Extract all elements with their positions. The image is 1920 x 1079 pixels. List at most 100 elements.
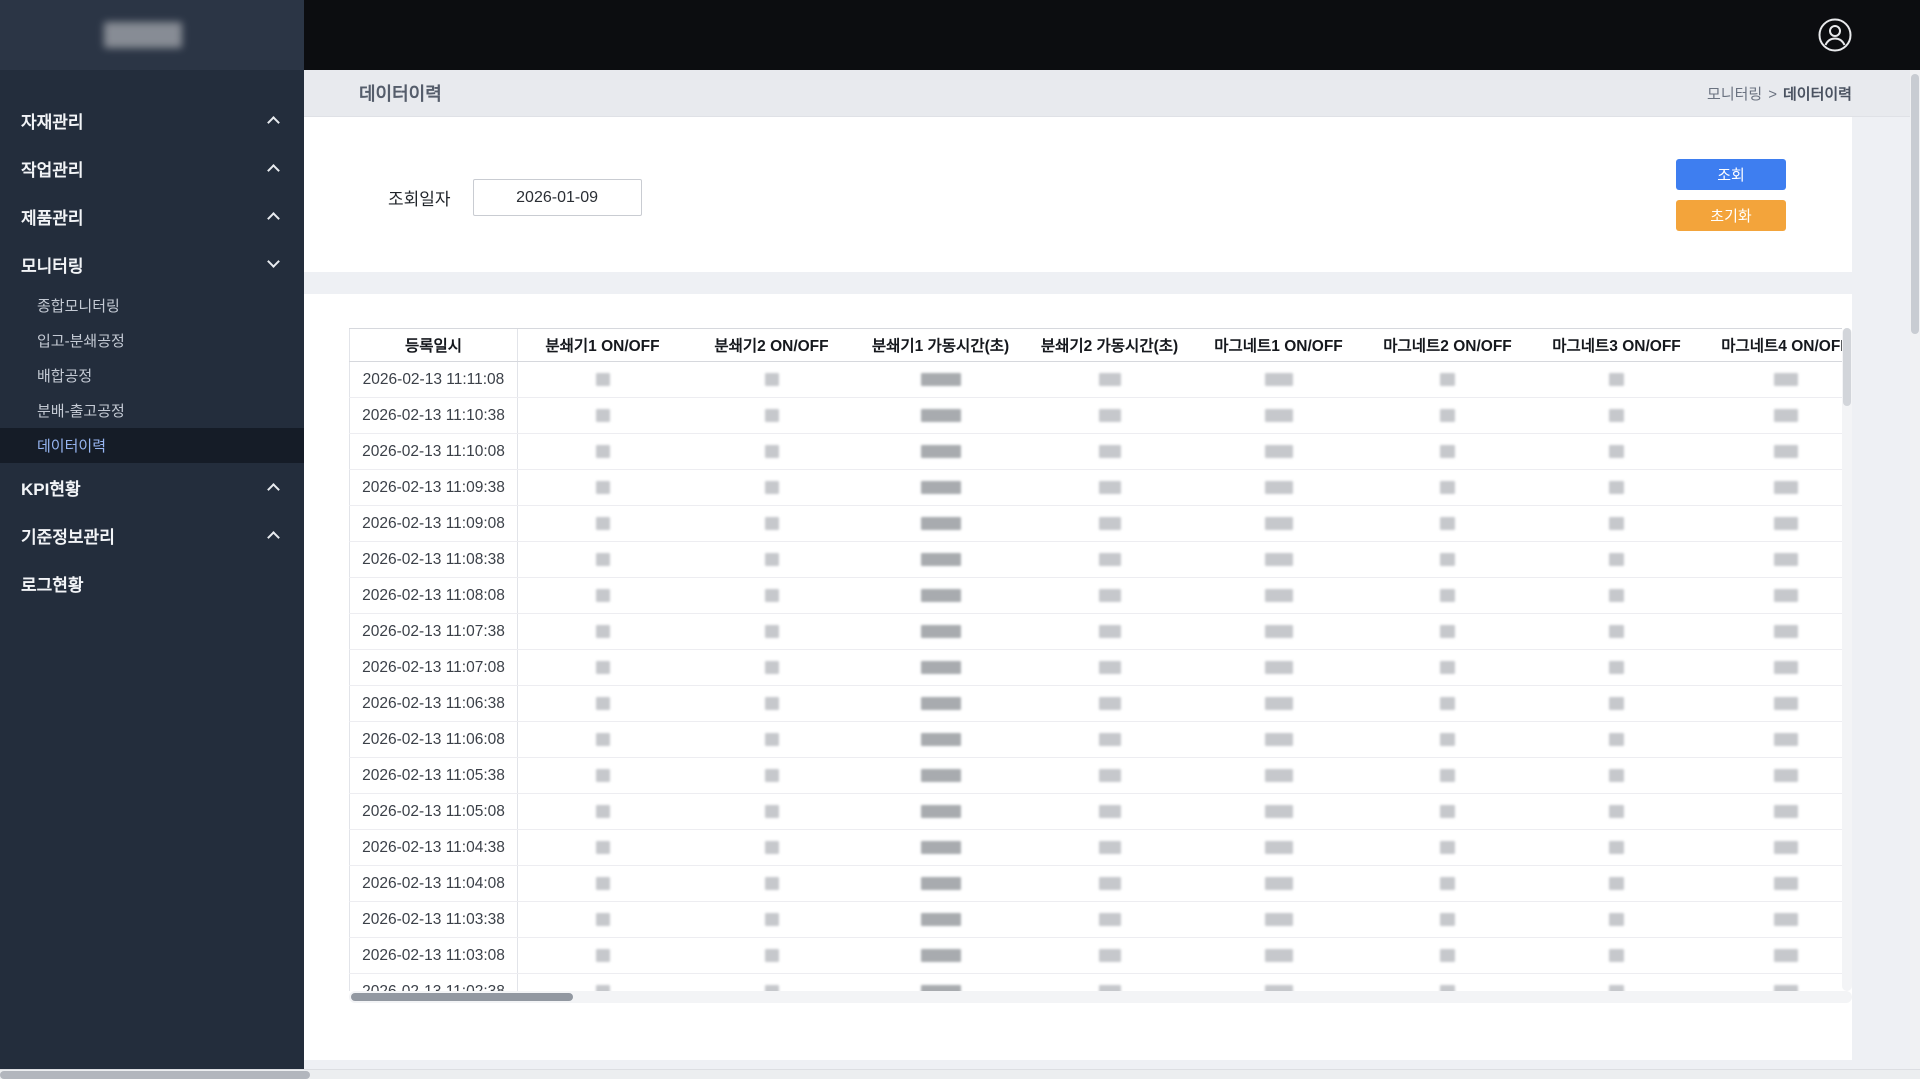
redacted-value-block [595, 517, 610, 530]
redacted-value-block [1440, 517, 1455, 530]
cell-redacted-value [1701, 614, 1842, 649]
sidebar-item-2[interactable]: 제품관리 [0, 192, 304, 240]
cell-redacted-value [1363, 902, 1532, 937]
sidebar-subitem-3-3[interactable]: 분배-출고공정 [0, 393, 304, 428]
table-row: 2026-02-13 11:05:08 [349, 794, 1842, 830]
cell-timestamp: 2026-02-13 11:08:38 [349, 542, 518, 577]
sidebar-item-0[interactable]: 자재관리 [0, 96, 304, 144]
cell-redacted-value [687, 470, 856, 505]
sidebar-item-3[interactable]: 모니터링 [0, 240, 304, 288]
sidebar-subitem-3-2[interactable]: 배합공정 [0, 358, 304, 393]
cell-redacted-value [1194, 830, 1363, 865]
redacted-value-block [1264, 661, 1293, 674]
table-col-header-2: 분쇄기2 ON/OFF [714, 338, 829, 355]
cell-redacted-value [518, 578, 687, 613]
redacted-value-block [595, 409, 610, 422]
redacted-value-block [1773, 769, 1798, 782]
cell-redacted-value [518, 506, 687, 541]
cell-redacted-value [687, 866, 856, 901]
table-horizontal-scrollbar [349, 991, 1852, 1003]
sidebar-nav: 자재관리 작업관리 제품관리 모니터링 종합모니터링 입고-분쇄공정 배합공정 분배-출고공정… [0, 70, 304, 607]
cell-redacted-value [1194, 578, 1363, 613]
cell-redacted-value [1532, 434, 1701, 469]
cell-redacted-value [1363, 506, 1532, 541]
sidebar-item-5[interactable]: 기준정보관리 [0, 511, 304, 559]
table-row: 2026-02-13 11:03:38 [349, 902, 1842, 938]
table-col-header-6: 마그네트2 ON/OFF [1383, 338, 1512, 355]
table-horizontal-scrollbar-thumb[interactable] [351, 993, 573, 1001]
redacted-value-block [764, 841, 779, 854]
timestamp-text: 2026-02-13 11:07:38 [362, 622, 505, 640]
cell-redacted-value [687, 830, 856, 865]
date-input[interactable] [472, 179, 642, 216]
redacted-value-block [920, 553, 961, 566]
cell-timestamp: 2026-02-13 11:03:08 [349, 938, 518, 973]
cell-redacted-value [856, 506, 1025, 541]
cell-redacted-value [1363, 398, 1532, 433]
sidebar-subitem-3-0[interactable]: 종합모니터링 [0, 288, 304, 323]
cell-redacted-value [518, 686, 687, 721]
redacted-value-block [1264, 805, 1293, 818]
breadcrumb-parent[interactable]: 모니터링 [1707, 86, 1762, 103]
timestamp-text: 2026-02-13 11:05:08 [362, 802, 505, 820]
cell-redacted-value [1363, 578, 1532, 613]
page-vertical-scrollbar-thumb[interactable] [1911, 74, 1919, 334]
redacted-value-block [1098, 481, 1121, 494]
redacted-value-block [1773, 445, 1798, 458]
cell-timestamp: 2026-02-13 11:09:38 [349, 470, 518, 505]
cell-redacted-value [687, 758, 856, 793]
page-horizontal-scrollbar-thumb[interactable] [0, 1071, 310, 1079]
cell-redacted-value [856, 758, 1025, 793]
redacted-value-block [920, 481, 961, 494]
table-body: 2026-02-13 11:11:08 2026-02-13 11:10:38 20… [349, 362, 1842, 991]
redacted-value-block [595, 481, 610, 494]
sidebar-item-1[interactable]: 작업관리 [0, 144, 304, 192]
redacted-value-block [1264, 589, 1293, 602]
redacted-value-block [920, 805, 961, 818]
timestamp-text: 2026-02-13 11:11:08 [362, 370, 505, 388]
cell-redacted-value [1363, 614, 1532, 649]
redacted-value-block [1773, 697, 1798, 710]
redacted-value-block [1098, 733, 1121, 746]
redacted-value-block [1440, 949, 1455, 962]
user-menu-button[interactable] [1816, 16, 1854, 54]
page-horizontal-scrollbar [0, 1069, 1920, 1079]
cell-redacted-value [1701, 974, 1842, 991]
breadcrumb-separator: > [1768, 85, 1777, 103]
cell-redacted-value [1025, 650, 1194, 685]
cell-redacted-value [1532, 614, 1701, 649]
redacted-value-block [595, 697, 610, 710]
redacted-value-block [1773, 805, 1798, 818]
cell-timestamp: 2026-02-13 11:07:08 [349, 650, 518, 685]
cell-redacted-value [856, 686, 1025, 721]
cell-redacted-value [1532, 758, 1701, 793]
cell-redacted-value [1025, 542, 1194, 577]
sidebar-logo-area [0, 0, 304, 70]
table-col-header-5: 마그네트1 ON/OFF [1214, 338, 1343, 355]
table-row: 2026-02-13 11:06:38 [349, 686, 1842, 722]
sidebar-item-6[interactable]: 로그현황 [0, 559, 304, 607]
redacted-value-block [595, 625, 610, 638]
timestamp-text: 2026-02-13 11:08:38 [362, 550, 505, 568]
cell-redacted-value [1363, 650, 1532, 685]
cell-redacted-value [687, 974, 856, 991]
sidebar-item-4[interactable]: KPI현황 [0, 463, 304, 511]
sidebar-subitem-3-1[interactable]: 입고-분쇄공정 [0, 323, 304, 358]
reset-button[interactable]: 초기화 [1676, 200, 1786, 231]
redacted-value-block [1609, 409, 1624, 422]
table-vertical-scrollbar-thumb[interactable] [1843, 328, 1851, 406]
cell-redacted-value [687, 686, 856, 721]
redacted-value-block [1609, 373, 1624, 386]
cell-redacted-value [1701, 902, 1842, 937]
cell-redacted-value [1701, 650, 1842, 685]
cell-redacted-value [1194, 470, 1363, 505]
search-button[interactable]: 조회 [1676, 159, 1786, 190]
cell-redacted-value [1532, 542, 1701, 577]
redacted-value-block [1098, 805, 1121, 818]
cell-redacted-value [1532, 686, 1701, 721]
cell-redacted-value [1194, 398, 1363, 433]
sidebar-subitem-3-4[interactable]: 데이터이력 [0, 428, 304, 463]
redacted-value-block [1264, 553, 1293, 566]
redacted-value-block [595, 589, 610, 602]
cell-redacted-value [518, 722, 687, 757]
